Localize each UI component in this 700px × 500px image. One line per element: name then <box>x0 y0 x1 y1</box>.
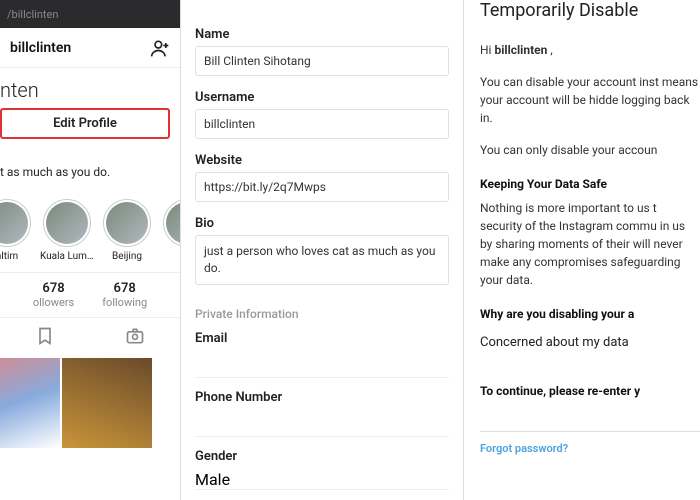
photo-thumbnail[interactable] <box>62 358 152 448</box>
photo-grid <box>0 358 180 448</box>
followers-count: 678 <box>33 281 74 296</box>
profile-bio-snippet: t as much as you do. <box>0 139 180 193</box>
keeping-data-safe-heading: Keeping Your Data Safe <box>480 177 700 191</box>
bio-input[interactable]: just a person who loves cat as much as y… <box>195 235 449 285</box>
reenter-password-label: To continue, please re-enter y <box>480 384 700 398</box>
name-label: Name <box>195 27 449 42</box>
story-highlights-row: altim Kuala Lum... Beijing Pa <box>0 193 180 272</box>
username-input[interactable]: billclinten <box>195 109 449 139</box>
phone-label: Phone Number <box>195 390 449 405</box>
story-highlight[interactable]: Kuala Lum... <box>40 199 94 262</box>
following-stat[interactable]: 678 following <box>102 281 147 309</box>
disable-para-1: You can disable your account inst means … <box>480 73 700 127</box>
add-person-icon[interactable] <box>150 38 170 58</box>
website-input[interactable]: https://bit.ly/2q7Mwps <box>195 172 449 202</box>
display-name: nten <box>0 68 180 108</box>
disable-para-2: You can only disable your accoun <box>480 141 700 159</box>
website-label: Website <box>195 153 449 168</box>
why-disabling-label: Why are you disabling your a <box>480 307 700 321</box>
story-highlight[interactable]: altim <box>0 199 34 262</box>
disable-para-3: Nothing is more important to us t securi… <box>480 199 700 289</box>
forgot-password-link[interactable]: Forgot password? <box>480 442 700 455</box>
gender-select[interactable]: Male <box>195 470 449 490</box>
profile-username-top: billclinten <box>10 40 71 56</box>
story-label: altim <box>0 251 18 262</box>
photo-thumbnail[interactable] <box>0 358 60 448</box>
story-label: Kuala Lum... <box>40 251 94 262</box>
followers-stat[interactable]: 678 ollowers <box>33 281 74 309</box>
story-highlight[interactable]: Pa <box>160 199 181 262</box>
followers-label: ollowers <box>33 296 74 309</box>
disable-reason-select[interactable]: Concerned about my data <box>480 335 629 350</box>
private-info-section: Private Information <box>195 299 449 331</box>
story-label: Beijing <box>112 251 142 262</box>
bio-label: Bio <box>195 216 449 231</box>
edit-profile-button[interactable]: Edit Profile <box>0 108 170 139</box>
browser-url-bar[interactable]: /billclinten <box>0 0 180 28</box>
name-input[interactable]: Bill Clinten Sihotang <box>195 46 449 76</box>
password-input[interactable] <box>480 406 700 432</box>
story-highlight[interactable]: Beijing <box>100 199 154 262</box>
url-path: /billclinten <box>7 8 58 21</box>
username-label: Username <box>195 90 449 105</box>
following-label: following <box>102 296 147 309</box>
following-count: 678 <box>102 281 147 296</box>
gender-label: Gender <box>195 449 449 464</box>
email-input[interactable] <box>195 352 449 378</box>
disable-title: Temporarily Disable <box>480 0 700 21</box>
bookmark-tab-icon[interactable] <box>35 326 55 350</box>
disable-greeting: Hi billclinten , <box>480 41 700 59</box>
email-label: Email <box>195 331 449 346</box>
phone-input[interactable] <box>195 411 449 437</box>
camera-tab-icon[interactable] <box>125 326 145 350</box>
